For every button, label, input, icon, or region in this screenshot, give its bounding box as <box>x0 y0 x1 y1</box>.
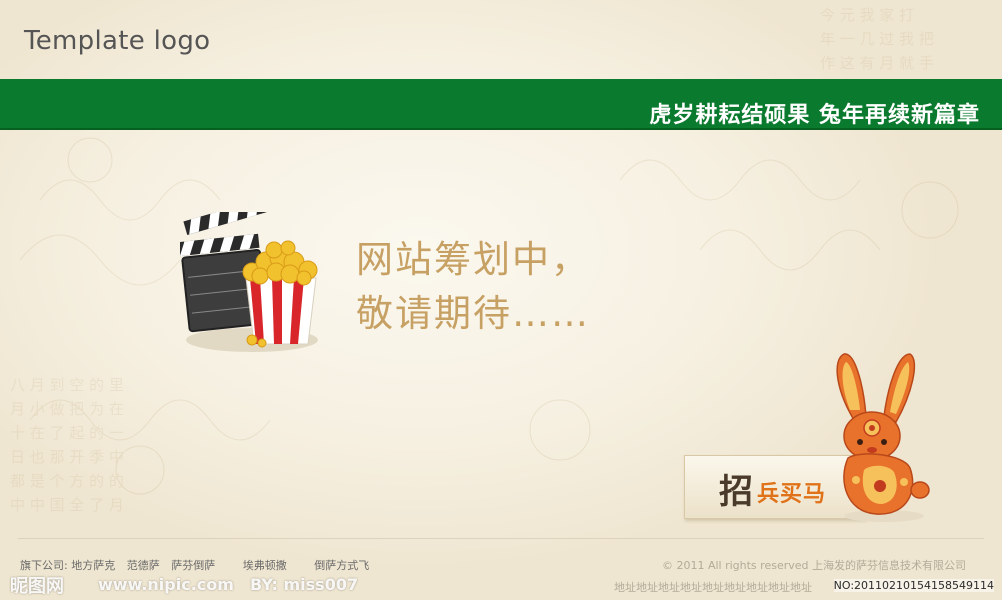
subsidiary-item[interactable]: 埃弗顿撒 <box>243 559 287 572</box>
subsidiary-item[interactable]: 倒萨方式飞 <box>314 559 369 572</box>
clapperboard-popcorn-icon <box>180 212 318 352</box>
template-logo[interactable]: Template logo <box>24 26 210 56</box>
watermark-author: BY: miss007 <box>250 575 359 594</box>
svg-text:今 元 我 家 打: 今 元 我 家 打 <box>820 6 914 24</box>
copyright-text: © 2011 All rights reserved 上海发的萨芬信息技术有限公… <box>661 559 966 572</box>
coming-soon-message: 网站筹划中， 敬请期待…… <box>356 233 590 341</box>
svg-text:月 小 做 把 为 在: 月 小 做 把 为 在 <box>10 400 124 418</box>
svg-text:年 一 几 过 我 把: 年 一 几 过 我 把 <box>820 30 934 48</box>
svg-text:作 这 有 月 就 手: 作 这 有 月 就 手 <box>820 54 934 72</box>
watermark-id: NO:20110210154158549114 <box>833 579 994 592</box>
subsidiary-item[interactable]: 范德萨 <box>127 559 160 572</box>
message-line-1: 网站筹划中， <box>356 238 590 281</box>
watermark-url: www.nipic.com <box>98 575 234 594</box>
watermark-site: 昵图网 <box>10 576 64 597</box>
subsidiaries-list: 旗下公司: 地方萨克 范德萨 萨芬倒萨 埃弗顿撒 倒萨方式飞 <box>20 557 377 573</box>
svg-text:都 是 个 方 的 的: 都 是 个 方 的 的 <box>10 472 124 490</box>
rabbit-icon <box>836 353 930 522</box>
svg-text:中 中 国 全 了 月: 中 中 国 全 了 月 <box>10 496 124 514</box>
subsidiary-item[interactable]: 萨芬倒萨 <box>171 559 215 572</box>
svg-text:日 也 那 开 季 中: 日 也 那 开 季 中 <box>10 448 124 466</box>
footer-divider <box>18 538 984 539</box>
message-line-2: 敬请期待…… <box>356 292 590 335</box>
svg-text:十 在 了 起 的 一: 十 在 了 起 的 一 <box>10 424 124 442</box>
page: 今 元 我 家 打 年 一 几 过 我 把 作 这 有 月 就 手 八 月 到 … <box>0 0 1002 600</box>
recruit-text: 兵买马 <box>757 481 827 507</box>
svg-text:八 月 到 空 的 里: 八 月 到 空 的 里 <box>10 376 124 394</box>
address-text: 地址地址地址地址地址地址地址地址地址 <box>614 581 812 594</box>
banner-slogan: 虎岁耕耘结硕果 兔年再续新篇章 <box>649 102 980 128</box>
subsidiary-label[interactable]: 旗下公司: 地方萨克 <box>20 559 115 572</box>
recruit-big-char: 招 <box>719 472 753 512</box>
